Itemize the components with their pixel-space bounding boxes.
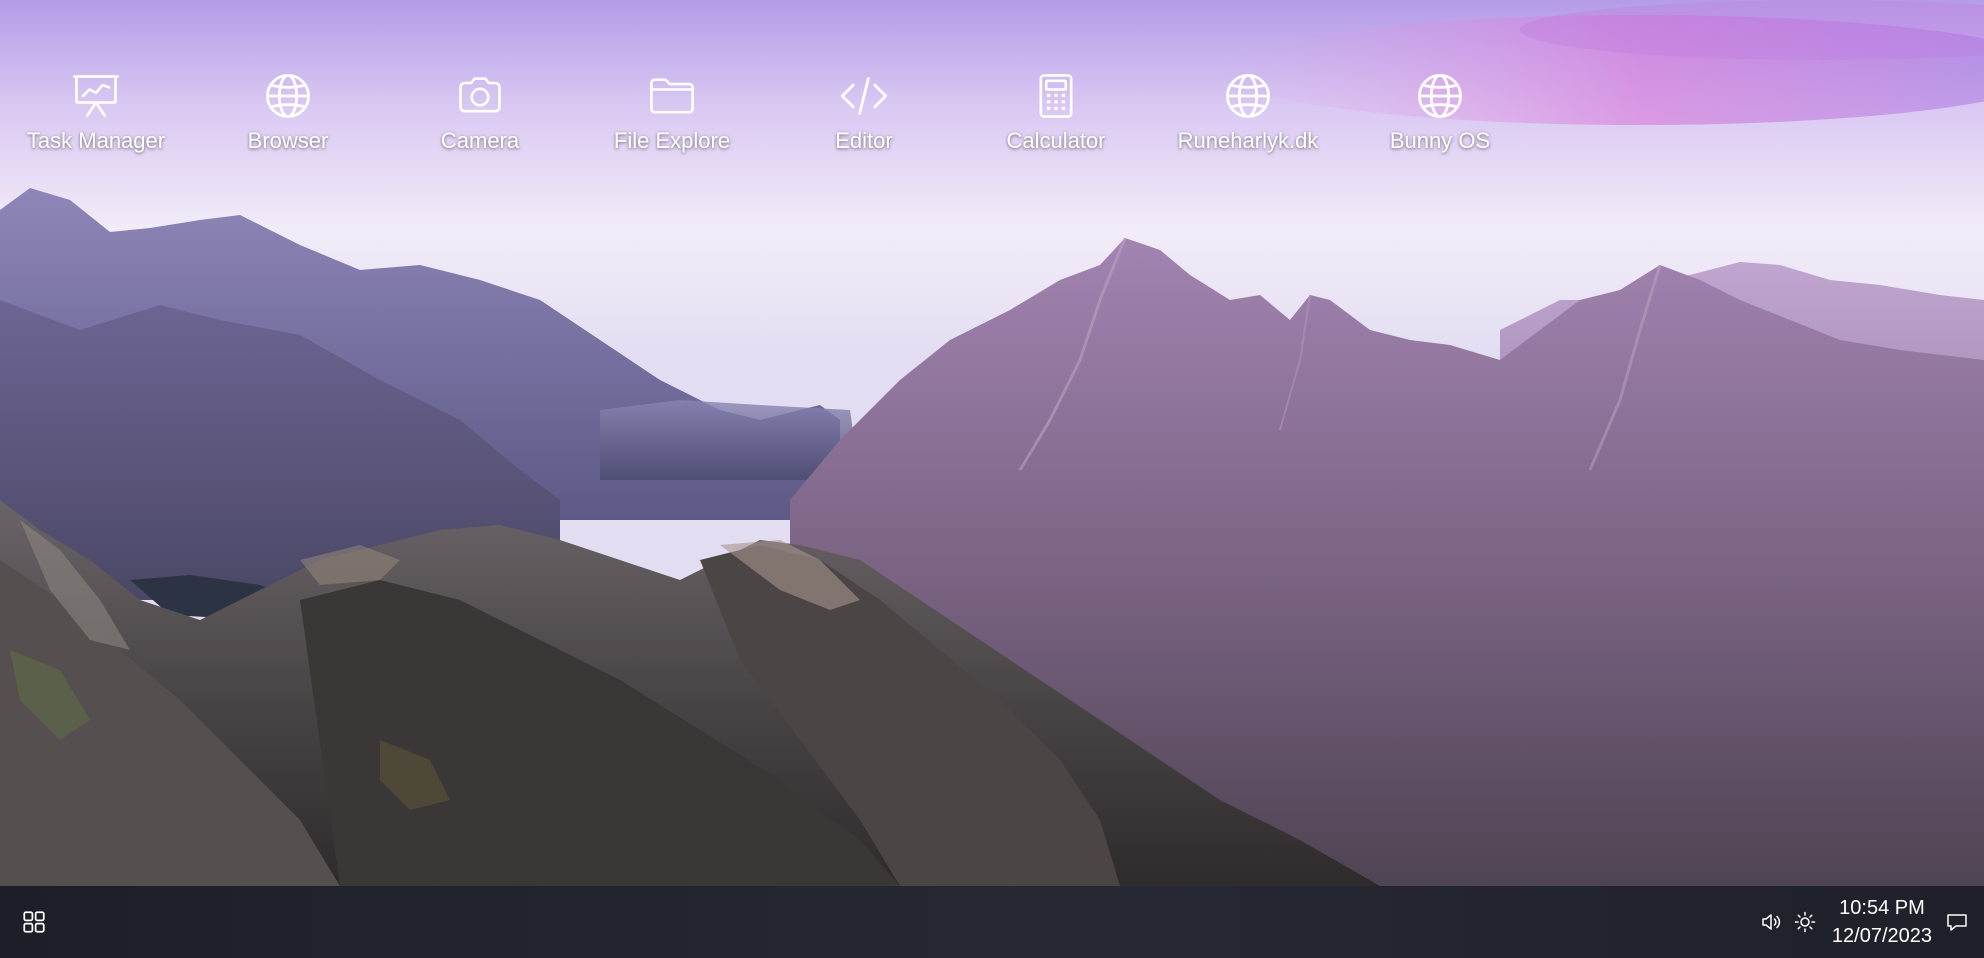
desktop-shortcut-label: Editor [835, 128, 893, 153]
desktop-icon-grid: Task Manager Browser Camera File Explore… [0, 70, 1536, 170]
folder-icon [650, 78, 694, 114]
desktop-shortcut-calculator[interactable]: Calculator [960, 70, 1152, 166]
desktop-shortcut-label: Browser [247, 128, 329, 153]
brightness-button[interactable] [1788, 905, 1822, 939]
desktop-shortcut-label: Task Manager [26, 128, 166, 153]
brightness-icon [1794, 911, 1816, 933]
code-icon [840, 77, 888, 115]
clock[interactable]: 10:54 PM 12/07/2023 [1832, 894, 1932, 950]
desktop-shortcut-bunny-os[interactable]: Bunny OS [1344, 70, 1536, 166]
desktop-shortcut-editor[interactable]: Editor [768, 70, 960, 166]
desktop-shortcut-label: Camera [440, 128, 520, 153]
task-manager-icon [73, 75, 119, 117]
calculator-icon [1039, 74, 1073, 118]
notifications-button[interactable] [1940, 905, 1974, 939]
volume-icon [1762, 914, 1781, 930]
desktop-shortcut-browser[interactable]: Browser [192, 70, 384, 166]
globe-icon [266, 74, 310, 118]
desktop-shortcut-label: Calculator [1006, 128, 1106, 153]
desktop-shortcut-camera[interactable]: Camera [384, 70, 576, 166]
clock-date: 12/07/2023 [1831, 925, 1932, 947]
volume-button[interactable] [1754, 905, 1788, 939]
globe-icon [1226, 74, 1270, 118]
globe-icon [1418, 74, 1462, 118]
camera-icon [459, 77, 501, 113]
desktop-shortcut-label: File Explore [613, 128, 731, 153]
chat-icon [1947, 914, 1967, 931]
grid-icon [23, 911, 45, 933]
desktop-shortcut-label: Runeharlyk.dk [1177, 128, 1319, 153]
desktop-shortcut-runeharlyk[interactable]: Runeharlyk.dk [1152, 70, 1344, 166]
desktop[interactable]: Task Manager Browser Camera File Explore… [0, 0, 1984, 886]
clock-time: 10:54 PM [1839, 897, 1925, 919]
system-tray: 10:54 PM 12/07/2023 [1754, 886, 1984, 958]
desktop-shortcut-file-explorer[interactable]: File Explore [576, 70, 768, 166]
taskbar: 10:54 PM 12/07/2023 [0, 886, 1984, 958]
start-button[interactable] [18, 906, 50, 938]
desktop-shortcut-task-manager[interactable]: Task Manager [0, 70, 192, 166]
desktop-shortcut-label: Bunny OS [1389, 128, 1491, 153]
